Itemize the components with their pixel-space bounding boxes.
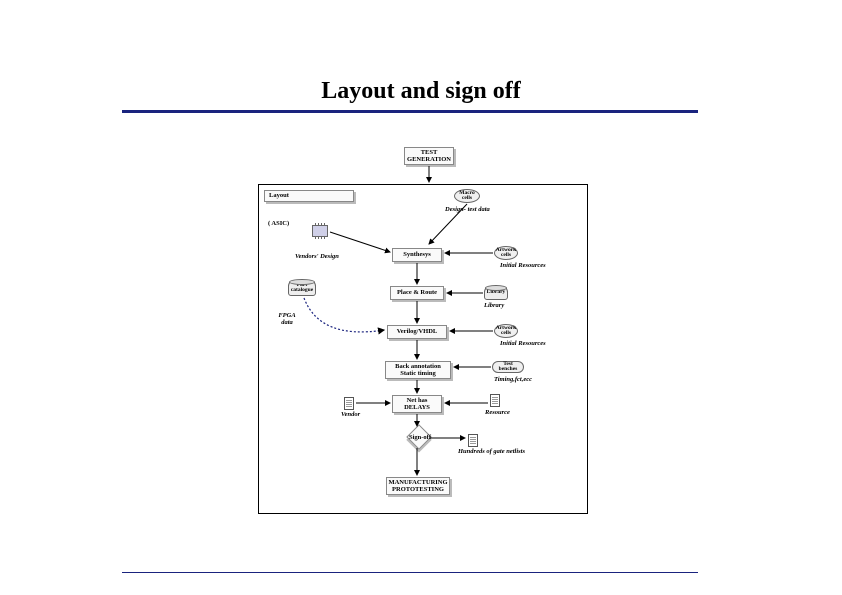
label-asic: ( ASIC) [268,220,289,227]
label-vendors-design: Vendors' Design [295,253,339,260]
label-design-test-data: Design- test data [445,206,490,213]
label-timing-fct-ecc: Timing,fct,ecc [494,376,532,383]
label-hundreds: Hundreds of gate netlists [458,448,538,455]
bottom-rule [122,572,698,573]
label-library: Library [484,302,504,309]
page-title: Layout and sign off [0,78,842,105]
box-place-route: Place & Route [390,286,444,300]
box-synthesys-1: Synthesys [392,248,442,262]
label-sign-off: Sign-off [407,435,433,442]
document-icon-resource [490,394,500,407]
box-net-delays: Net has DELAYS [392,395,442,413]
bubble-artwork-cells-2: Artwork cells [494,324,518,338]
bubble-artwork-cells-1: Artwork cells [494,246,518,260]
document-icon-vendor [344,397,354,410]
label-fpga-data: FPGA data [272,312,302,326]
label-initial-resources-2: Initial Resources [500,340,546,347]
label-resource: Resource [485,409,510,416]
label-vendor: Vendor [341,411,360,418]
cylinder-part-catalogue: Part catalogue [288,280,316,296]
chip-icon [312,225,328,237]
box-layout: Layout [264,190,354,202]
cylinder-library: Library [484,286,508,300]
diagram-frame [258,184,588,514]
label-initial-resources-1: Initial Resources [500,262,546,269]
box-verilog-vhdl: Verilog/VHDL [387,325,447,339]
box-back-annotation: Back annotation Static timing [385,361,451,379]
bubble-macro-cells: Macro cells [454,189,480,203]
top-rule [122,110,698,113]
box-test-generation: TEST GENERATION [404,147,454,165]
box-manufacturing: MANUFACTURING PROTOTESTING [386,477,450,495]
document-icon-netlist [468,434,478,447]
bubble-test-benches: Test benches [492,361,524,373]
